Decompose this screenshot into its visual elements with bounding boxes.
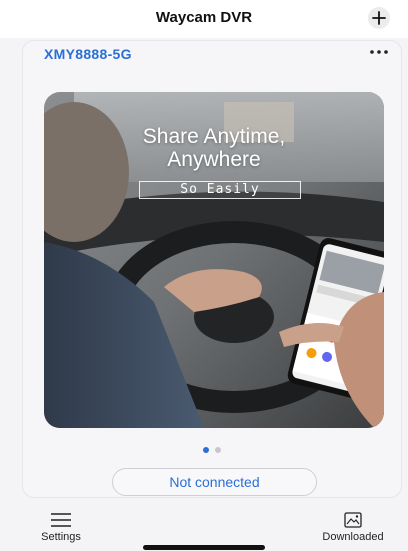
gallery-icon: [344, 512, 362, 528]
menu-lines-icon: [51, 513, 71, 527]
device-card[interactable]: XMY8888-5G Share Anytime, Anywhere So Ea…: [22, 40, 402, 498]
app-screen: Waycam DVR XMY8888-5G Share Anytime, Any…: [0, 0, 408, 551]
home-indicator: [143, 545, 265, 550]
top-bar: Waycam DVR: [0, 0, 408, 38]
plus-icon: [372, 11, 386, 25]
tab-settings[interactable]: Settings: [16, 512, 106, 543]
banner-headline: Share Anytime, Anywhere: [44, 125, 384, 171]
more-dots-icon: [370, 50, 388, 54]
pager-dot-active[interactable]: [203, 447, 209, 453]
banner-headline-line2: Anywhere: [167, 148, 261, 171]
banner-tagline: So Easily: [139, 181, 301, 199]
connection-status-button[interactable]: Not connected: [112, 468, 317, 496]
device-name: XMY8888-5G: [44, 46, 132, 62]
app-title: Waycam DVR: [155, 9, 253, 26]
carousel-pager: [23, 447, 401, 453]
add-device-button[interactable]: [368, 7, 390, 29]
tab-downloaded-label: Downloaded: [322, 531, 384, 543]
tab-settings-label: Settings: [41, 531, 81, 543]
pager-dot[interactable]: [215, 447, 221, 453]
tab-downloaded[interactable]: Downloaded: [308, 512, 398, 543]
banner-headline-line1: Share Anytime,: [142, 125, 286, 148]
device-more-button[interactable]: [365, 43, 393, 61]
promo-banner[interactable]: Share Anytime, Anywhere So Easily: [44, 92, 384, 428]
